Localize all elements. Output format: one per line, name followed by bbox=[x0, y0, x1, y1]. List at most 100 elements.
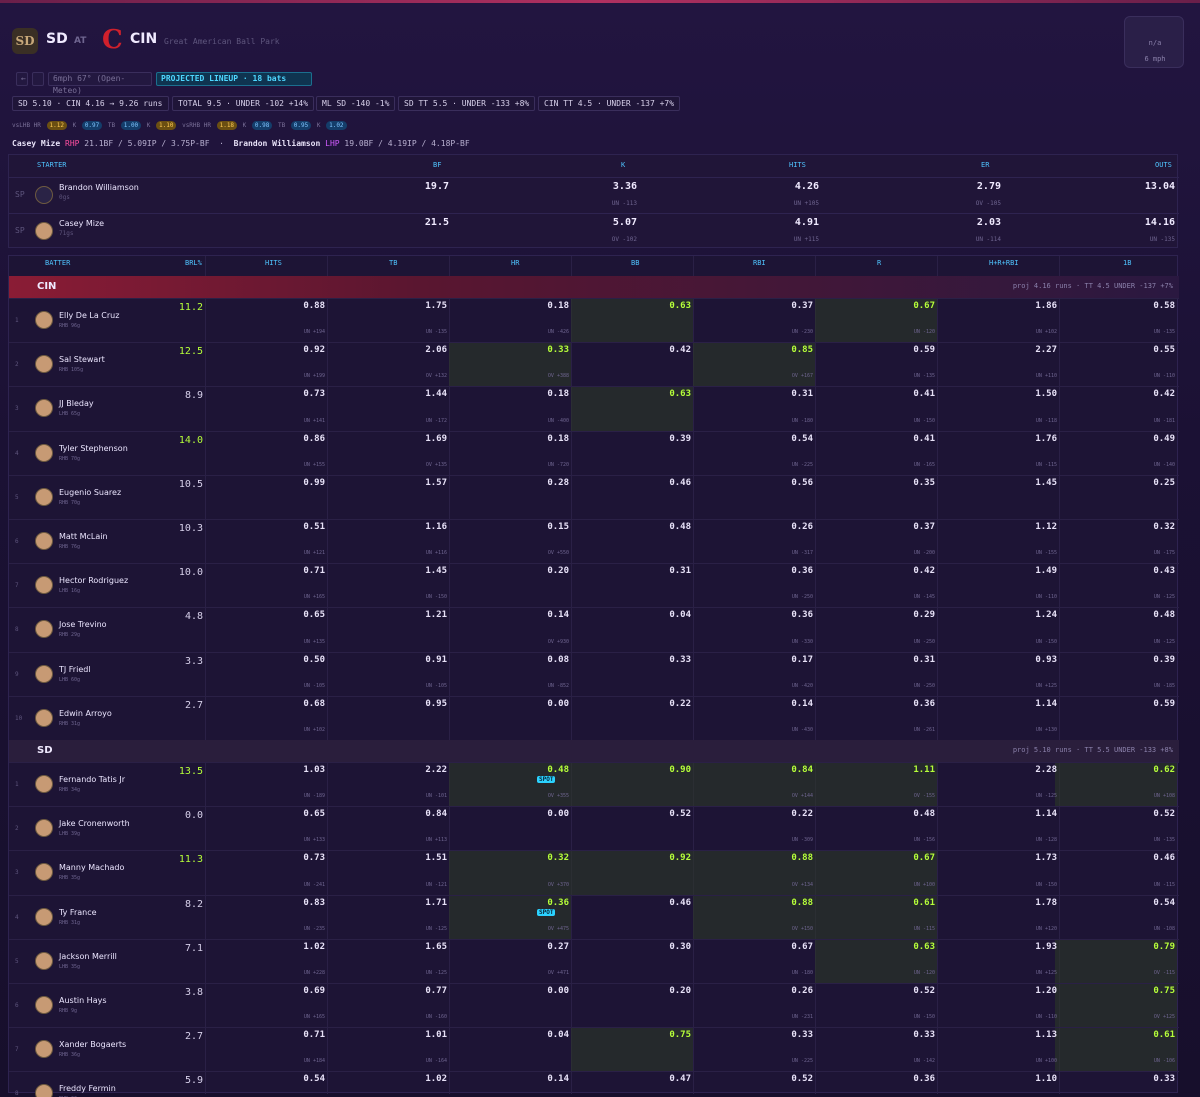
batter-name[interactable]: Tyler Stephenson bbox=[59, 444, 128, 453]
starter-row[interactable]: SP Brandon Williamson 0gs 19.7 3.36 UN -113… bbox=[9, 177, 1179, 213]
batter-row[interactable]: 8 Jose Trevino RHB 29g 4.8 0.65 UN +135 1.2… bbox=[9, 607, 1179, 651]
batter-row[interactable]: 2 Jake Cronenworth LHB 39g 0.0 0.65 UN +13… bbox=[9, 806, 1179, 850]
batter-name[interactable]: Hector Rodriguez bbox=[59, 576, 128, 585]
stat-hits: 0.69 bbox=[303, 986, 325, 996]
batter-row[interactable]: 6 Matt McLain RHB 76g 10.3 0.51 UN +121 1.1… bbox=[9, 519, 1179, 563]
stat-rbi: 0.84 bbox=[791, 765, 813, 775]
batter-name[interactable]: Ty France bbox=[59, 908, 97, 917]
batter-name[interactable]: Elly De La Cruz bbox=[59, 311, 119, 320]
starter-k-odds: UN -113 bbox=[611, 200, 637, 207]
moneyline-pill[interactable]: ML SD -140 -1% bbox=[316, 96, 396, 111]
batter-name[interactable]: Austin Hays bbox=[59, 996, 107, 1005]
stat-hits: 0.50 bbox=[303, 654, 325, 665]
col-header[interactable]: HITS bbox=[265, 259, 282, 267]
starter-row[interactable]: SP Casey Mize 71gs 21.5 5.07 OV -102 4.91 UN … bbox=[9, 213, 1179, 249]
odds-b1: OV -115 bbox=[1153, 969, 1175, 976]
batter-row[interactable]: 1 Fernando Tatis Jr RHB 34g 13.5 1.03 UN -… bbox=[9, 762, 1179, 808]
stat-b1: 0.54 bbox=[1153, 897, 1175, 908]
batter-name[interactable]: Eugenio Suarez bbox=[59, 488, 121, 497]
batter-row[interactable]: 9 TJ Friedl LHB 60g 3.3 0.50 UN -105 0.91 UN… bbox=[9, 651, 1179, 696]
batter-name[interactable]: Edwin Arroyo bbox=[59, 709, 112, 718]
col-header[interactable]: HR bbox=[511, 259, 519, 267]
batter-row[interactable]: 1 Elly De La Cruz RHB 96g 11.2 0.88 UN +19… bbox=[9, 298, 1179, 344]
stat-r: 0.41 bbox=[913, 389, 935, 400]
col-header[interactable]: BATTER bbox=[45, 259, 70, 267]
odds-rbi: UN -180 bbox=[791, 417, 813, 424]
total-pill[interactable]: TOTAL 9.5 · UNDER -102 +14% bbox=[172, 96, 315, 111]
back-button[interactable]: ← bbox=[16, 72, 28, 86]
player-avatar bbox=[35, 951, 53, 970]
barrel-rate: 10.0 bbox=[178, 567, 203, 579]
barrel-rate: 10.3 bbox=[178, 523, 203, 534]
at-label: AT bbox=[74, 36, 87, 46]
batter-name[interactable]: JJ Bleday bbox=[59, 399, 94, 408]
weather-chip[interactable]: 6mph 67° (Open-Meteo) bbox=[48, 72, 152, 95]
batter-row[interactable]: 4 Tyler Stephenson RHB 70g 14.0 0.86 UN +1… bbox=[9, 430, 1179, 475]
team-section-header[interactable]: SD proj 5.10 runs · TT 5.5 UNDER -133 +8… bbox=[9, 740, 1179, 762]
team-section-header[interactable]: CIN proj 4.16 runs · TT 4.5 UNDER -137 +… bbox=[9, 276, 1179, 298]
stat-r: 0.36 bbox=[913, 698, 935, 709]
batter-name[interactable]: Fernando Tatis Jr bbox=[59, 775, 125, 784]
batter-name[interactable]: Manny Machado bbox=[59, 863, 124, 872]
batter-name[interactable]: Jose Trevino bbox=[59, 620, 107, 629]
col-starter: STARTER bbox=[37, 161, 67, 169]
odds-hr: UN -426 bbox=[547, 329, 569, 336]
team-projection: proj 5.10 runs · TT 5.5 UNDER -133 +8% bbox=[1012, 746, 1173, 754]
home-sp-hand: RHP bbox=[65, 139, 80, 148]
odds-hrr: UN +130 bbox=[1035, 726, 1057, 733]
batter-row[interactable]: 3 Manny Machado RHB 35g 11.3 0.73 UN -241 1… bbox=[9, 850, 1179, 896]
batter-row[interactable]: 3 JJ Bleday LHB 65g 8.9 0.73 UN +141 1.44 UN… bbox=[9, 386, 1179, 432]
stat-bb: 0.33 bbox=[669, 654, 691, 665]
batter-row[interactable]: 7 Xander Bogaerts RHB 36g 2.7 0.71 UN +184… bbox=[9, 1027, 1179, 1073]
ballpark-name: Great American Ball Park bbox=[164, 37, 280, 46]
starter-games: 0gs bbox=[59, 194, 70, 201]
odds-b1: UN -135 bbox=[1153, 837, 1175, 844]
batter-name[interactable]: Jackson Merrill bbox=[59, 952, 117, 961]
batter-name[interactable]: Matt McLain bbox=[59, 532, 108, 541]
odds-hrr: UN +102 bbox=[1035, 329, 1057, 336]
starter-name[interactable]: Brandon Williamson bbox=[59, 183, 139, 192]
col-header[interactable]: TB bbox=[389, 259, 397, 267]
starter-games: 71gs bbox=[59, 230, 74, 237]
batter-row[interactable]: 4 Ty France RHB 31g 8.2 0.83 UN -235 1.71 UN… bbox=[9, 894, 1179, 940]
barrel-rate: 4.8 bbox=[184, 611, 203, 623]
batter-name[interactable]: Freddy Fermin bbox=[59, 1084, 116, 1093]
batter-name[interactable]: Jake Cronenworth bbox=[59, 819, 130, 828]
toggle-button[interactable] bbox=[32, 72, 44, 86]
starter-er-odds: OV -105 bbox=[975, 200, 1001, 207]
projected-lineup-button[interactable]: PROJECTED LINEUP · 18 bats bbox=[156, 72, 312, 86]
batter-row[interactable]: 6 Austin Hays RHB 9g 3.8 0.69 UN +165 0.77 U… bbox=[9, 983, 1179, 1029]
batter-row[interactable]: 7 Hector Rodriguez LHB 16g 10.0 0.71 UN +1… bbox=[9, 563, 1179, 607]
col-header[interactable]: R bbox=[877, 259, 881, 267]
away-sp-stats: 19.0BF / 4.19IP / 4.18P-BF bbox=[344, 139, 470, 148]
starter-name[interactable]: Casey Mize bbox=[59, 219, 104, 228]
cin-team-total-pill[interactable]: CIN TT 4.5 · UNDER -137 +7% bbox=[538, 96, 681, 111]
batting-order: 3 bbox=[15, 405, 19, 413]
batter-name[interactable]: Xander Bogaerts bbox=[59, 1040, 126, 1049]
batting-order: 8 bbox=[15, 1090, 19, 1097]
odds-hrr: UN -118 bbox=[1035, 417, 1057, 424]
batter-row[interactable]: 5 Eugenio Suarez RHB 70g 10.5 0.99 1.57 0.2… bbox=[9, 474, 1179, 519]
stat-tb: 0.95 bbox=[425, 698, 447, 709]
stat-rbi: 0.31 bbox=[791, 389, 813, 400]
col-header[interactable]: BB bbox=[631, 259, 639, 267]
odds-rbi: UN -430 bbox=[791, 726, 813, 733]
stat-hr: 0.00 bbox=[547, 698, 569, 709]
batter-row[interactable]: 10 Edwin Arroyo RHB 31g 2.7 0.68 UN +102 0.… bbox=[9, 695, 1179, 740]
stat-hr: 0.15 bbox=[547, 522, 569, 532]
batter-row[interactable]: 8 Freddy Fermin RHB 22g 5.90.54UN +1301.… bbox=[9, 1071, 1179, 1097]
barrel-rate: 3.8 bbox=[184, 987, 203, 998]
stat-hr: 0.28 bbox=[547, 477, 569, 488]
batter-handedness: RHB 70g bbox=[59, 499, 81, 506]
batter-name[interactable]: Sal Stewart bbox=[59, 355, 105, 364]
col-header[interactable]: 1B bbox=[1123, 259, 1131, 267]
sd-team-total-pill[interactable]: SD TT 5.5 · UNDER -133 +8% bbox=[398, 96, 536, 111]
col-header[interactable]: BRL% bbox=[185, 259, 202, 267]
batter-name[interactable]: TJ Friedl bbox=[59, 665, 91, 674]
stat-hits: 0.51 bbox=[303, 522, 325, 532]
batter-row[interactable]: 2 Sal Stewart RHB 105g 12.5 0.92 UN +199 2.… bbox=[9, 342, 1179, 388]
runs-projection-pill[interactable]: SD 5.10 · CIN 4.16 → 9.26 runs bbox=[12, 96, 169, 111]
col-header[interactable]: H+R+RBI bbox=[989, 259, 1019, 267]
col-header[interactable]: RBI bbox=[753, 259, 766, 267]
batter-row[interactable]: 5 Jackson Merrill LHB 35g 7.1 1.02 UN +228… bbox=[9, 938, 1179, 984]
